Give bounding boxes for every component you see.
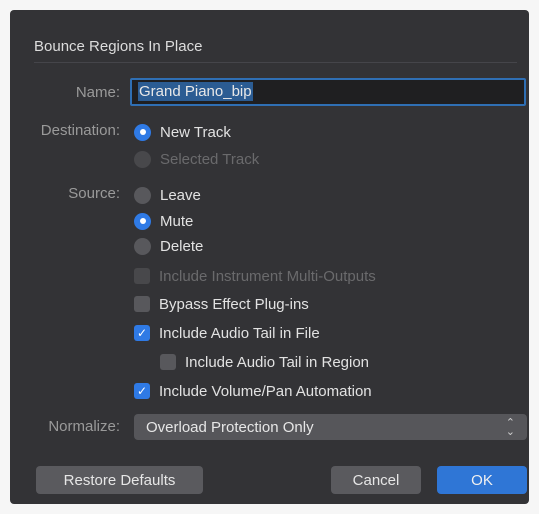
- checkbox-unchecked-icon: [134, 296, 150, 312]
- chevron-up-down-icon: ⌃ ⌄: [505, 416, 515, 438]
- bypass-effect-plugins-label: Bypass Effect Plug-ins: [159, 295, 309, 313]
- radio-selected-icon: [134, 123, 151, 141]
- destination-selected-track-label: Selected Track: [160, 150, 260, 168]
- radio-disabled-icon: [134, 150, 151, 168]
- cancel-button[interactable]: Cancel: [331, 466, 421, 494]
- include-volume-pan-automation-label: Include Volume/Pan Automation: [159, 382, 372, 400]
- include-audio-tail-in-file-checkbox[interactable]: ✓ Include Audio Tail in File: [134, 323, 320, 343]
- include-instrument-multi-outputs-label: Include Instrument Multi-Outputs: [159, 267, 376, 285]
- destination-selected-track-radio: Selected Track: [134, 149, 259, 169]
- include-volume-pan-automation-checkbox[interactable]: ✓ Include Volume/Pan Automation: [134, 381, 372, 401]
- source-leave-radio[interactable]: Leave: [134, 185, 201, 205]
- name-label: Name:: [75, 84, 120, 101]
- restore-defaults-button[interactable]: Restore Defaults: [36, 466, 203, 494]
- bypass-effect-plugins-checkbox[interactable]: Bypass Effect Plug-ins: [134, 294, 309, 314]
- include-instrument-multi-outputs-checkbox: Include Instrument Multi-Outputs: [134, 266, 376, 286]
- checkmark-icon: ✓: [134, 383, 150, 399]
- name-field-value: Grand Piano_bip: [138, 82, 253, 101]
- title-separator: [34, 62, 517, 63]
- dialog-title: Bounce Regions In Place: [34, 38, 203, 55]
- radio-selected-icon: [134, 212, 151, 230]
- radio-unselected-icon: [134, 186, 151, 204]
- source-label: Source:: [68, 185, 120, 202]
- source-delete-radio[interactable]: Delete: [134, 236, 203, 256]
- source-leave-label: Leave: [160, 186, 201, 204]
- bounce-dialog: Bounce Regions In Place Name: Grand Pian…: [10, 10, 529, 504]
- include-audio-tail-in-file-label: Include Audio Tail in File: [159, 324, 320, 342]
- destination-label: Destination:: [40, 122, 120, 139]
- destination-new-track-radio[interactable]: New Track: [134, 122, 231, 142]
- checkbox-unchecked-icon: [160, 354, 176, 370]
- checkbox-disabled-icon: [134, 268, 150, 284]
- name-field[interactable]: Grand Piano_bip: [130, 78, 526, 106]
- source-mute-label: Mute: [160, 212, 194, 230]
- normalize-select[interactable]: Overload Protection Only ⌃ ⌄: [134, 414, 527, 440]
- source-mute-radio[interactable]: Mute: [134, 211, 193, 231]
- radio-unselected-icon: [134, 237, 151, 255]
- normalize-value: Overload Protection Only: [146, 418, 314, 436]
- include-audio-tail-in-region-checkbox[interactable]: Include Audio Tail in Region: [160, 352, 369, 372]
- include-audio-tail-in-region-label: Include Audio Tail in Region: [185, 353, 370, 371]
- ok-button[interactable]: OK: [437, 466, 527, 494]
- normalize-label: Normalize:: [48, 418, 120, 435]
- checkmark-icon: ✓: [134, 325, 150, 341]
- destination-new-track-label: New Track: [160, 123, 231, 141]
- source-delete-label: Delete: [160, 237, 204, 255]
